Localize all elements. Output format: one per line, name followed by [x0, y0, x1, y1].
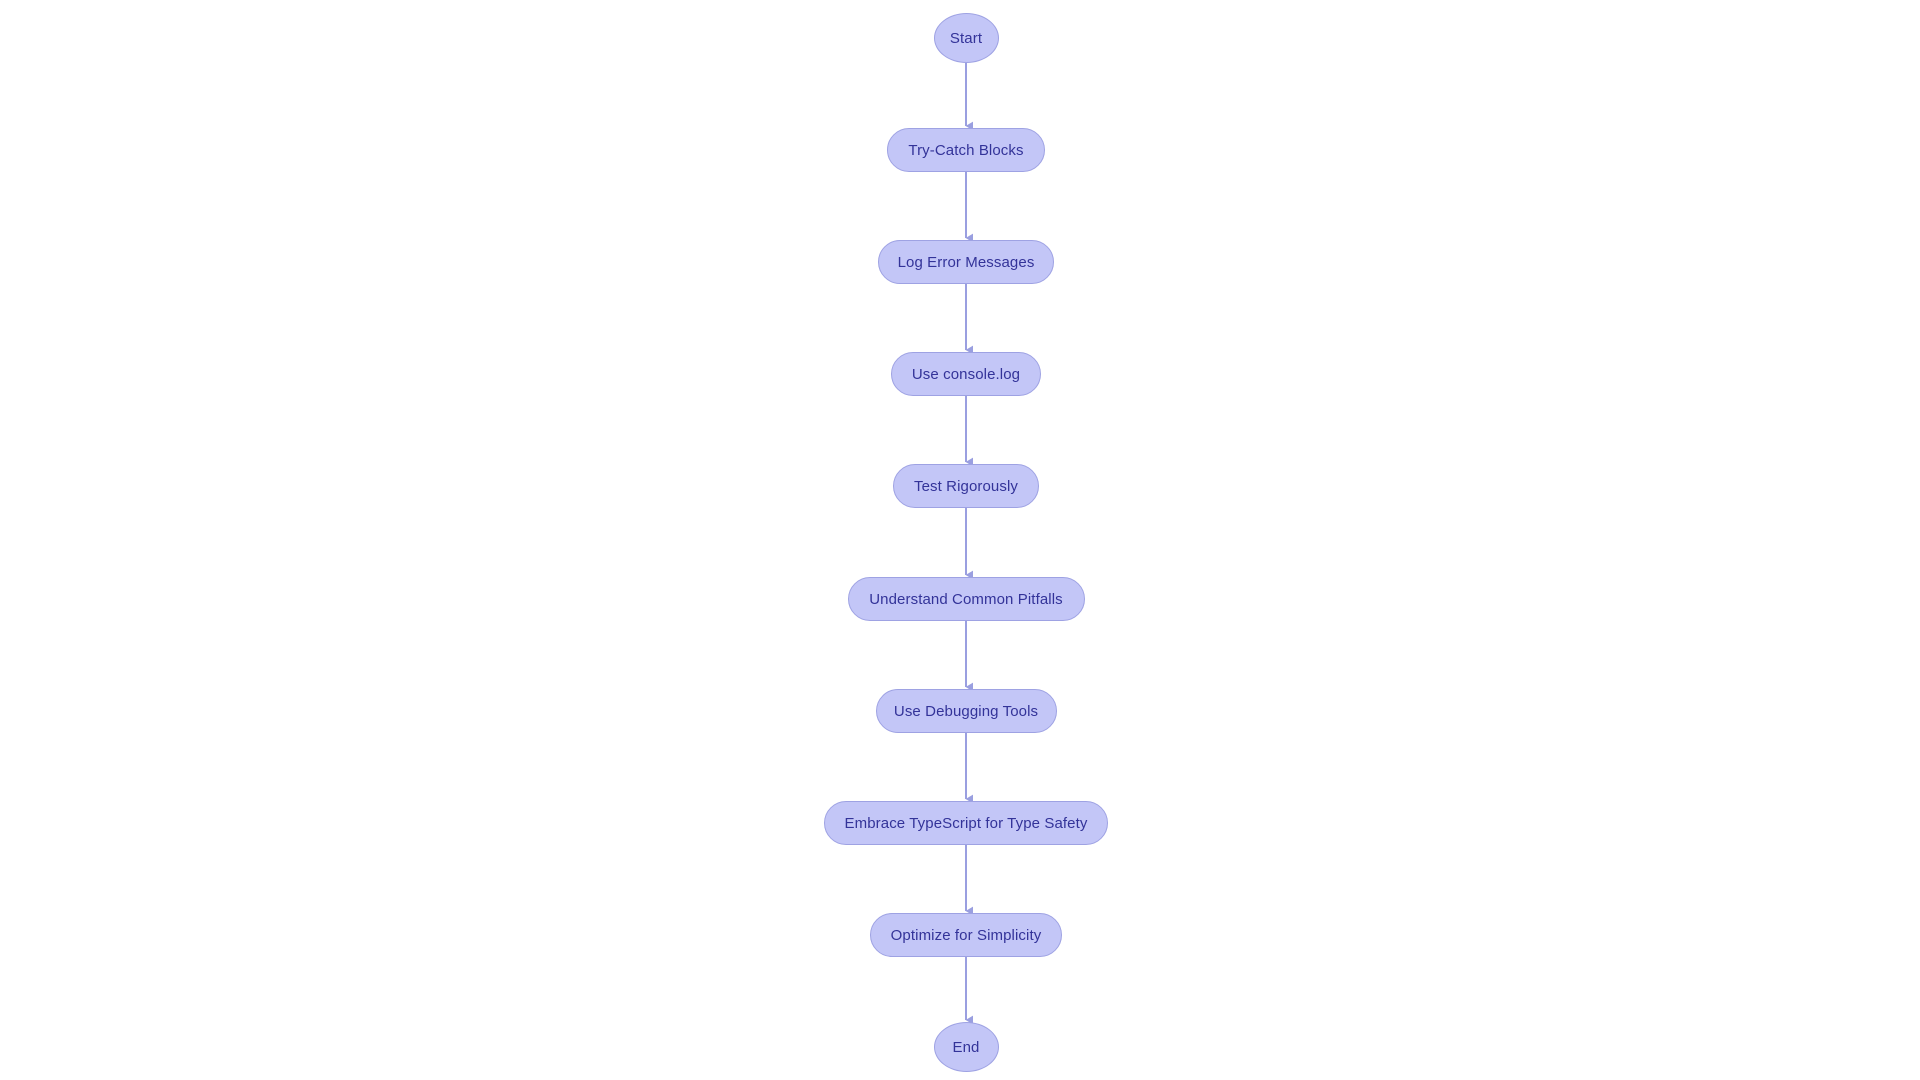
- flow-node-testrig[interactable]: Test Rigorously: [893, 464, 1039, 508]
- flow-node-label: Use console.log: [911, 365, 1021, 383]
- flow-node-label: Understand Common Pitfalls: [869, 590, 1063, 608]
- flow-node-simplicity[interactable]: Optimize for Simplicity: [870, 913, 1062, 957]
- flow-node-trycatch[interactable]: Try-Catch Blocks: [887, 128, 1045, 172]
- flow-node-typescript[interactable]: Embrace TypeScript for Type Safety: [824, 801, 1108, 845]
- flow-node-logerror[interactable]: Log Error Messages: [878, 240, 1054, 284]
- flow-node-debugtools[interactable]: Use Debugging Tools: [875, 689, 1057, 733]
- flow-node-label: Test Rigorously: [913, 477, 1019, 495]
- flow-node-label: Optimize for Simplicity: [890, 926, 1042, 944]
- flow-node-label: End: [952, 1038, 980, 1056]
- flow-node-start[interactable]: Start: [933, 13, 999, 63]
- flow-node-label: Log Error Messages: [897, 253, 1035, 271]
- flow-node-end[interactable]: End: [933, 1022, 999, 1072]
- flowchart-canvas: Start Try-Catch Blocks Log Error Messages U…: [0, 0, 1920, 1080]
- flow-node-label: Use Debugging Tools: [893, 702, 1039, 720]
- flow-node-label: Try-Catch Blocks: [908, 141, 1024, 159]
- flow-node-pitfalls[interactable]: Understand Common Pitfalls: [847, 577, 1085, 621]
- flow-node-label: Embrace TypeScript for Type Safety: [844, 814, 1088, 832]
- flow-node-label: Start: [949, 29, 983, 47]
- flow-node-consolelog[interactable]: Use console.log: [891, 352, 1041, 396]
